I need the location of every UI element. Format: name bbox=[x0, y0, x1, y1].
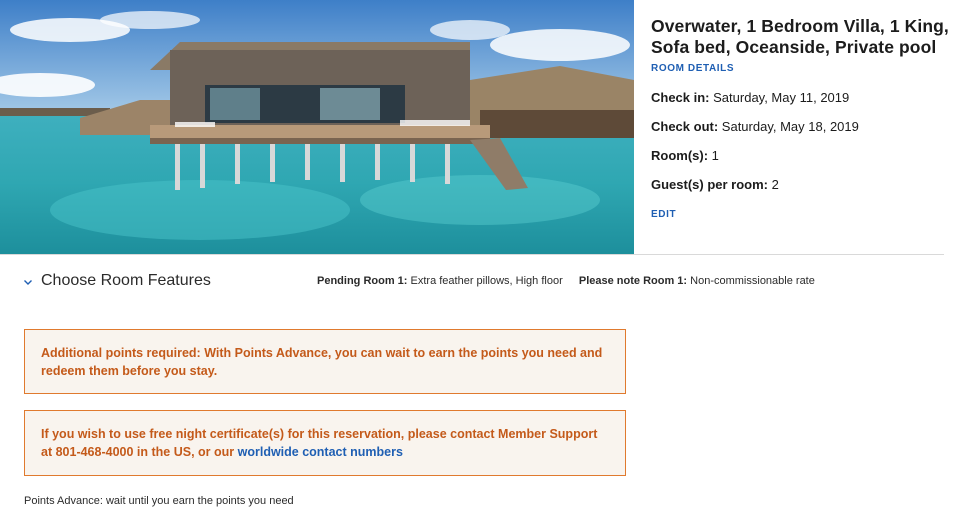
certificate-notice: If you wish to use free night certificat… bbox=[24, 410, 626, 476]
guests-label: Guest(s) per room: bbox=[651, 177, 769, 192]
rooms-row: Room(s): 1 bbox=[651, 148, 956, 163]
worldwide-contact-link[interactable]: worldwide contact numbers bbox=[238, 445, 403, 459]
room-details-link[interactable]: ROOM DETAILS bbox=[651, 63, 734, 74]
points-advance-text: Additional points required: With Points … bbox=[41, 346, 603, 378]
choose-room-features-label: Choose Room Features bbox=[41, 272, 211, 289]
check-out-label: Check out: bbox=[651, 119, 719, 134]
room-photo bbox=[0, 0, 634, 254]
guests-row: Guest(s) per room: 2 bbox=[651, 177, 956, 192]
chevron-down-icon bbox=[22, 275, 34, 287]
room-summary: Overwater, 1 Bedroom Villa, 1 King, Sofa… bbox=[651, 16, 956, 222]
points-advance-notice: Additional points required: With Points … bbox=[24, 329, 626, 394]
rooms-value: 1 bbox=[711, 148, 719, 163]
check-in-value: Saturday, May 11, 2019 bbox=[713, 90, 850, 105]
choose-room-features-toggle[interactable]: Choose Room Features bbox=[22, 272, 211, 290]
check-in-row: Check in: Saturday, May 11, 2019 bbox=[651, 90, 956, 105]
pending-label: Pending Room 1: bbox=[317, 275, 408, 287]
rooms-label: Room(s): bbox=[651, 148, 709, 163]
room-title: Overwater, 1 Bedroom Villa, 1 King, Sofa… bbox=[651, 16, 949, 57]
guests-value: 2 bbox=[771, 177, 779, 192]
edit-link[interactable]: EDIT bbox=[651, 209, 676, 220]
note-value: Non-commissionable rate bbox=[690, 275, 815, 287]
check-out-value: Saturday, May 18, 2019 bbox=[721, 119, 859, 134]
pending-features-summary: Pending Room 1: Extra feather pillows, H… bbox=[317, 275, 815, 287]
check-in-label: Check in: bbox=[651, 90, 710, 105]
points-advance-footnote: Points Advance: wait until you earn the … bbox=[24, 495, 294, 507]
pending-value: Extra feather pillows, High floor bbox=[410, 275, 563, 287]
check-out-row: Check out: Saturday, May 18, 2019 bbox=[651, 119, 956, 134]
note-label: Please note Room 1: bbox=[578, 275, 688, 287]
section-divider bbox=[0, 254, 944, 255]
